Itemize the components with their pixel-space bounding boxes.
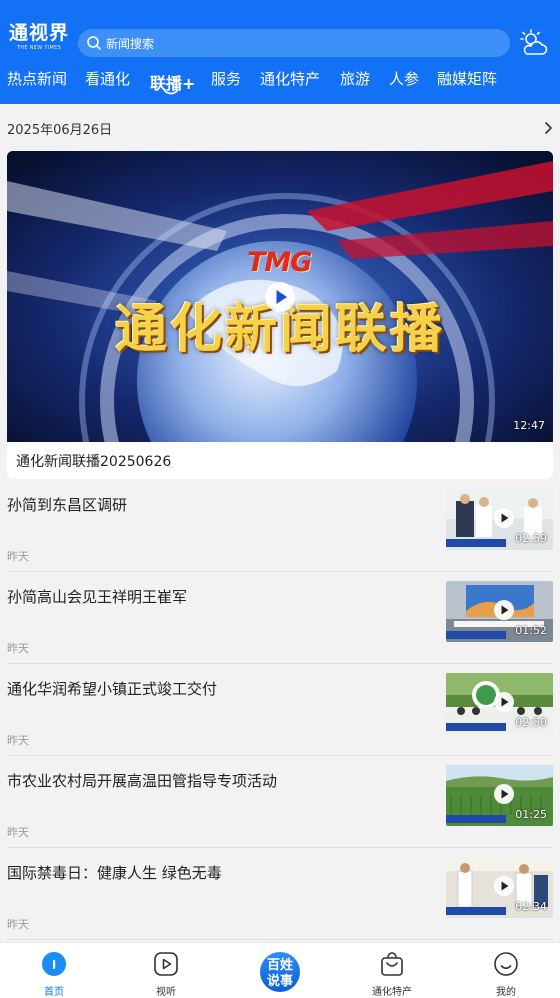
chevron-right-icon <box>545 122 552 134</box>
search-input[interactable]: 新闻搜索 <box>78 29 510 57</box>
top-nav: 热点新闻 看通化 联播+ 服务 通化特产 旅游 人参 融媒矩阵 <box>0 64 560 102</box>
weather-cloud-sun-icon[interactable] <box>518 28 548 58</box>
video-duration: 01:25 <box>515 808 547 821</box>
tab-audiovisual[interactable]: 视听 <box>136 951 196 998</box>
date-label: 2025年06月26日 <box>7 123 113 138</box>
nav-tab-kan-tonghua[interactable]: 看通化 <box>85 68 130 89</box>
featured-video-card[interactable]: TMG 通化新闻联播 12:47 通化新闻联播20250626 <box>7 151 553 479</box>
featured-caption[interactable]: 通化新闻联播20250626 <box>16 451 171 471</box>
tab-label: 我的 <box>496 987 516 998</box>
video-duration: 02:50 <box>515 716 547 729</box>
news-time: 昨天 <box>7 734 29 747</box>
nav-tab-services[interactable]: 服务 <box>211 68 241 89</box>
list-item[interactable]: 国际禁毒日：健康人生 绿色无毒 昨天 02:34 <box>0 848 560 940</box>
shopping-bag-icon <box>381 952 403 976</box>
news-title: 孙简到东昌区调研 <box>7 496 128 514</box>
logo-sub-text: THE NEW TIMES <box>16 45 62 51</box>
baixing-text-bottom: 说事 <box>267 973 293 989</box>
play-icon <box>494 508 514 528</box>
news-thumbnail[interactable]: 01:25 <box>446 765 553 826</box>
news-thumbnail[interactable]: 02:59 <box>446 489 553 550</box>
video-duration: 02:34 <box>515 900 547 913</box>
list-item[interactable]: 孙简高山会见王祥明王崔军 昨天 01:52 <box>0 572 560 664</box>
list-item[interactable]: 市农业农村局开展高温田管指导专项活动 昨天 01:25 <box>0 756 560 848</box>
play-circle-icon <box>154 952 178 976</box>
video-duration: 02:59 <box>515 532 547 545</box>
logo-main-text: 通视界 <box>8 22 69 44</box>
video-duration: 01:52 <box>515 624 547 637</box>
news-thumbnail[interactable]: 02:50 <box>446 673 553 734</box>
tab-label: 通化特产 <box>372 987 412 998</box>
list-item[interactable]: 孙简到东昌区调研 昨天 02:59 <box>0 480 560 572</box>
news-title: 市农业农村局开展高温田管指导专项活动 <box>7 772 278 790</box>
news-time: 昨天 <box>7 918 29 931</box>
news-thumbnail[interactable]: 02:34 <box>446 857 553 918</box>
baixing-text-top: 百姓 <box>267 957 293 973</box>
nav-tab-travel[interactable]: 旅游 <box>340 68 370 89</box>
nav-tab-specialty[interactable]: 通化特产 <box>260 68 320 89</box>
featured-duration: 12:47 <box>513 419 545 432</box>
nav-tab-media-matrix[interactable]: 融媒矩阵 <box>437 68 497 89</box>
app-header: 通视界 THE NEW TIMES 新闻搜索 热点新闻 看通化 联播+ 服务 通… <box>0 0 560 104</box>
home-icon <box>42 952 66 976</box>
app-logo[interactable]: 通视界 THE NEW TIMES <box>8 22 70 62</box>
tab-home[interactable]: 首页 <box>24 951 84 998</box>
baixing-shuoshi-button[interactable]: 百姓 说事 <box>253 948 307 998</box>
tab-specialty[interactable]: 通化特产 <box>362 951 422 998</box>
news-title: 国际禁毒日：健康人生 绿色无毒 <box>7 864 222 882</box>
news-title: 通化华润希望小镇正式竣工交付 <box>7 680 218 698</box>
news-thumbnail[interactable]: 01:52 <box>446 581 553 642</box>
featured-video-thumbnail[interactable]: TMG 通化新闻联播 12:47 <box>7 151 553 442</box>
list-item[interactable]: 通化华润希望小镇正式竣工交付 昨天 02:50 <box>0 664 560 756</box>
play-icon <box>494 876 514 896</box>
tab-label: 首页 <box>44 987 64 998</box>
play-icon <box>494 600 514 620</box>
news-time: 昨天 <box>7 550 29 563</box>
search-icon <box>87 36 101 50</box>
news-title: 孙简高山会见王祥明王崔军 <box>7 588 188 606</box>
date-row[interactable]: 2025年06月26日 <box>0 112 560 144</box>
divider <box>7 939 553 940</box>
smile-face-icon <box>494 952 518 976</box>
play-icon <box>494 692 514 712</box>
baixing-shuoshi-icon: 百姓 说事 <box>257 949 303 995</box>
news-time: 昨天 <box>7 826 29 839</box>
nav-tab-ginseng[interactable]: 人参 <box>389 68 419 89</box>
tab-mine[interactable]: 我的 <box>476 951 536 998</box>
tab-label: 视听 <box>156 987 176 998</box>
nav-tab-hot-news[interactable]: 热点新闻 <box>7 68 67 89</box>
play-icon <box>494 784 514 804</box>
news-time: 昨天 <box>7 642 29 655</box>
featured-tmg-logo: TMG <box>247 247 312 278</box>
active-tab-indicator <box>164 90 178 95</box>
search-placeholder: 新闻搜索 <box>106 36 155 51</box>
play-icon[interactable] <box>263 280 297 314</box>
